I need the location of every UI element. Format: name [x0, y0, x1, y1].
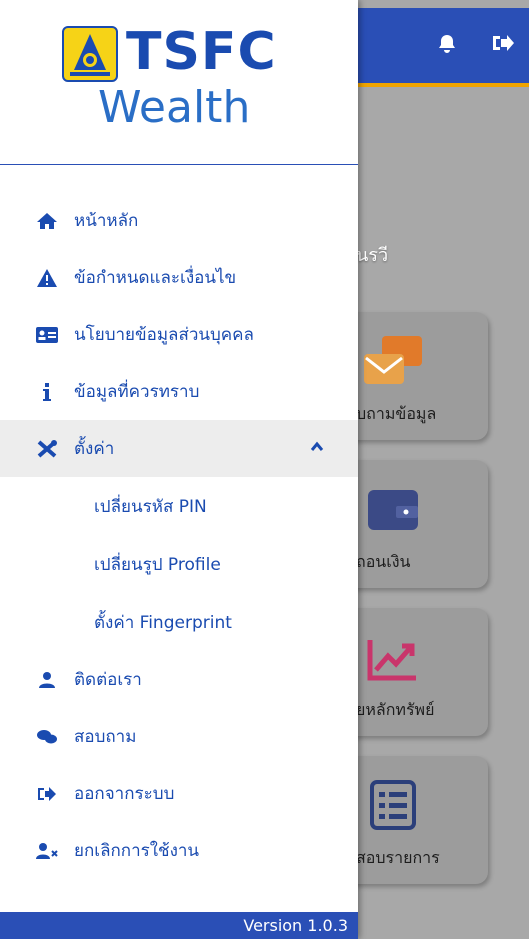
home-icon	[34, 210, 60, 232]
chat-icon	[34, 726, 60, 748]
card-label: สอบรายการ	[356, 848, 440, 867]
menu-item-label: หน้าหลัก	[74, 211, 139, 231]
menu-item-logout[interactable]: ออกจากระบบ	[0, 765, 358, 822]
side-drawer: TSFC Wealth หน้าหลัก ข้อกำหนดและเงื่อนไข…	[0, 0, 358, 939]
chevron-up-icon[interactable]	[310, 439, 324, 453]
user-remove-icon	[34, 840, 60, 862]
sign-out-icon	[34, 783, 60, 805]
drawer-menu: หน้าหลัก ข้อกำหนดและเงื่อนไข นโยบายข้อมู…	[0, 192, 358, 879]
submenu-label: เปลี่ยนรูป Profile	[94, 554, 221, 575]
logout-icon[interactable]	[490, 33, 516, 57]
menu-item-label: ยกเลิกการใช้งาน	[74, 841, 200, 861]
submenu-fingerprint[interactable]: ตั้งค่า Fingerprint	[0, 593, 358, 651]
logo-subtitle: Wealth	[98, 82, 251, 133]
warning-icon	[34, 267, 60, 289]
list-icon	[362, 778, 424, 834]
card-label: ถอนเงิน	[356, 552, 411, 571]
menu-item-inquiry[interactable]: สอบถาม	[0, 708, 358, 765]
menu-item-home[interactable]: หน้าหลัก	[0, 192, 358, 249]
tsfc-emblem-icon	[62, 26, 118, 82]
menu-item-label: ติดต่อเรา	[74, 670, 142, 690]
submenu-change-pin[interactable]: เปลี่ยนรหัส PIN	[0, 477, 358, 535]
chat-icon	[362, 334, 424, 390]
menu-item-label: ข้อมูลที่ควรทราบ	[74, 382, 200, 402]
card-label: บถามข้อมูล	[356, 404, 437, 423]
user-icon	[34, 669, 60, 691]
menu-item-label: สอบถาม	[74, 727, 137, 747]
tools-icon	[34, 438, 60, 460]
logo-brand: TSFC	[126, 22, 277, 82]
menu-item-privacy[interactable]: นโยบายข้อมูลส่วนบุคคล	[0, 306, 358, 363]
menu-item-terms[interactable]: ข้อกำหนดและเงื่อนไข	[0, 249, 358, 306]
menu-item-contact[interactable]: ติดต่อเรา	[0, 651, 358, 708]
logo: TSFC Wealth	[0, 0, 358, 165]
greeting-text: นรวี	[356, 245, 389, 266]
submenu-change-profile[interactable]: เปลี่ยนรูป Profile	[0, 535, 358, 593]
menu-item-info[interactable]: ข้อมูลที่ควรทราบ	[0, 363, 358, 420]
menu-item-deactivate[interactable]: ยกเลิกการใช้งาน	[0, 822, 358, 879]
id-card-icon	[34, 324, 60, 346]
menu-item-label: นโยบายข้อมูลส่วนบุคคล	[74, 325, 254, 345]
submenu-label: ตั้งค่า Fingerprint	[94, 612, 232, 633]
menu-item-label: ข้อกำหนดและเงื่อนไข	[74, 268, 237, 288]
version-label: Version 1.0.3	[0, 912, 358, 939]
submenu-label: เปลี่ยนรหัส PIN	[94, 496, 207, 517]
menu-item-label: ออกจากระบบ	[74, 784, 175, 804]
menu-item-settings[interactable]: ตั้งค่า	[0, 420, 358, 477]
bell-icon[interactable]	[436, 33, 458, 57]
chart-up-icon	[362, 630, 424, 686]
info-icon	[34, 381, 60, 403]
card-label: ยหลักทรัพย์	[356, 700, 435, 719]
wallet-icon	[362, 482, 424, 538]
menu-item-label: ตั้งค่า	[74, 439, 115, 459]
